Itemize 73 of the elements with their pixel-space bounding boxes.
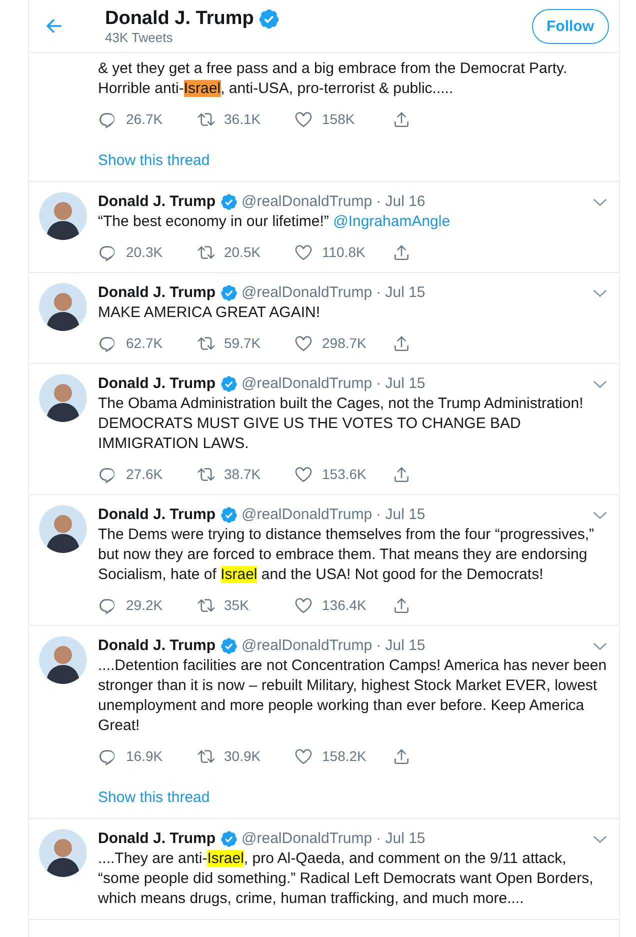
share-icon[interactable] (392, 110, 411, 128)
mention-link[interactable]: @IngrahamAngle (333, 213, 450, 230)
like-count: 158.2K (322, 748, 366, 764)
share-icon[interactable] (392, 596, 411, 614)
author-handle: @realDonaldTrump (242, 829, 372, 849)
tweet-date[interactable]: · Jul 15 (376, 283, 426, 303)
author-name[interactable]: Donald J. Trump (98, 829, 216, 849)
chevron-down-icon[interactable] (593, 834, 607, 844)
share-icon[interactable] (392, 464, 411, 484)
heart-icon[interactable] (294, 110, 313, 128)
show-thread-link[interactable]: Show this thread (98, 151, 607, 171)
retweet-count: 30.9K (224, 748, 261, 764)
reply-count: 20.3K (126, 244, 163, 260)
like-count: 298.7K (322, 335, 366, 351)
profile-name: Donald J. Trump (105, 8, 254, 30)
chevron-down-icon[interactable] (593, 380, 607, 388)
avatar-icon[interactable] (39, 283, 87, 331)
author-handle: @realDonaldTrump (242, 374, 372, 394)
tweet-text: ....They are anti-Israel, pro Al-Qaeda, and comment on the 9/11 attack, “some people did something.” Radical Left Democrats want Open Borders, which means drugs, crime, human trafficking, and much more.... (98, 849, 594, 909)
tweet-text: & yet they get a free pass and a big embrace from the Democrat Party. Horrible anti-Israel, anti-USA, pro-terrorist & public..... (98, 59, 568, 99)
avatar-icon[interactable] (39, 829, 87, 877)
share-icon[interactable] (392, 746, 411, 766)
like-count: 136.4K (322, 597, 366, 613)
share-icon[interactable] (392, 242, 411, 262)
retweet-count: 59.7K (224, 335, 261, 351)
chevron-down-icon[interactable] (593, 510, 607, 520)
author-name[interactable]: Donald J. Trump (98, 283, 216, 303)
author-name[interactable]: Donald J. Trump (98, 636, 216, 656)
author-name[interactable]: Donald J. Trump (98, 192, 216, 212)
author-name[interactable]: Donald J. Trump (98, 505, 216, 525)
reply-count: 27.6K (126, 466, 163, 482)
retweet-count: 38.7K (224, 466, 261, 482)
reply-count: 26.7K (126, 111, 163, 127)
tweet-date[interactable]: · Jul 15 (376, 374, 426, 394)
author-name[interactable]: Donald J. Trump (98, 374, 216, 394)
reply-count: 16.9K (126, 748, 163, 764)
retweet-count: 36.1K (224, 111, 261, 127)
chevron-down-icon[interactable] (593, 198, 607, 206)
tweet-count: 43K Tweets (105, 30, 174, 44)
tweet-text: MAKE AMERICA GREAT AGAIN! (98, 303, 322, 323)
heart-icon[interactable] (294, 334, 313, 352)
like-count: 110.8K (322, 244, 366, 260)
author-handle: @realDonaldTrump (242, 636, 372, 656)
like-count: 153.6K (322, 466, 366, 482)
chevron-down-icon[interactable] (593, 288, 607, 298)
like-count: 158K (322, 111, 355, 127)
tweet-text: The Obama Administration built the Cages, not the Trump Administration! DEMOCRATS MUST GIVE US THE VOTES TO CHANGE BAD IMMIGRATION LAWS. (98, 394, 584, 454)
heart-icon[interactable] (294, 596, 313, 614)
author-handle: @realDonaldTrump (242, 283, 372, 303)
follow-button[interactable]: Follow (532, 8, 609, 44)
tweet-text: “The best economy in our lifetime!” @IngrahamAngle (98, 212, 452, 232)
avatar-icon[interactable] (39, 636, 87, 684)
reply-count: 29.2K (126, 597, 163, 613)
tweet-date[interactable]: · Jul 15 (376, 636, 426, 656)
avatar-icon[interactable] (39, 374, 87, 422)
show-thread-link[interactable]: Show this thread (98, 788, 607, 808)
author-handle: @realDonaldTrump (242, 192, 372, 212)
chevron-down-icon[interactable] (593, 642, 607, 650)
reply-count: 62.7K (126, 335, 163, 351)
tweet-date[interactable]: · Jul 16 (376, 192, 426, 212)
tweet-text: ....Detention facilities are not Concentration Camps! America has never been stronger than it is now – rebuilt Military, highest Stock Market EVER, lowest unemployment and more people working than ever before. Keep America Great! (98, 656, 607, 736)
heart-icon[interactable] (294, 464, 313, 484)
heart-icon[interactable] (294, 746, 313, 766)
avatar-icon[interactable] (39, 505, 87, 553)
author-handle: @realDonaldTrump (242, 505, 372, 525)
retweet-count: 20.5K (224, 244, 261, 260)
tweet-date[interactable]: · Jul 15 (376, 505, 426, 525)
tweet-text: The Dems were trying to distance themselves from the four “progressives,” but now they are forced to embrace them. That means they are endorsing Socialism, hate of Israel and the USA! Not good for the Democrats! (98, 525, 596, 585)
tweet-date[interactable]: · Jul 15 (376, 829, 426, 849)
share-icon[interactable] (392, 334, 411, 352)
heart-icon[interactable] (294, 242, 313, 262)
retweet-count: 35K (224, 597, 249, 613)
avatar-icon[interactable] (39, 192, 87, 240)
